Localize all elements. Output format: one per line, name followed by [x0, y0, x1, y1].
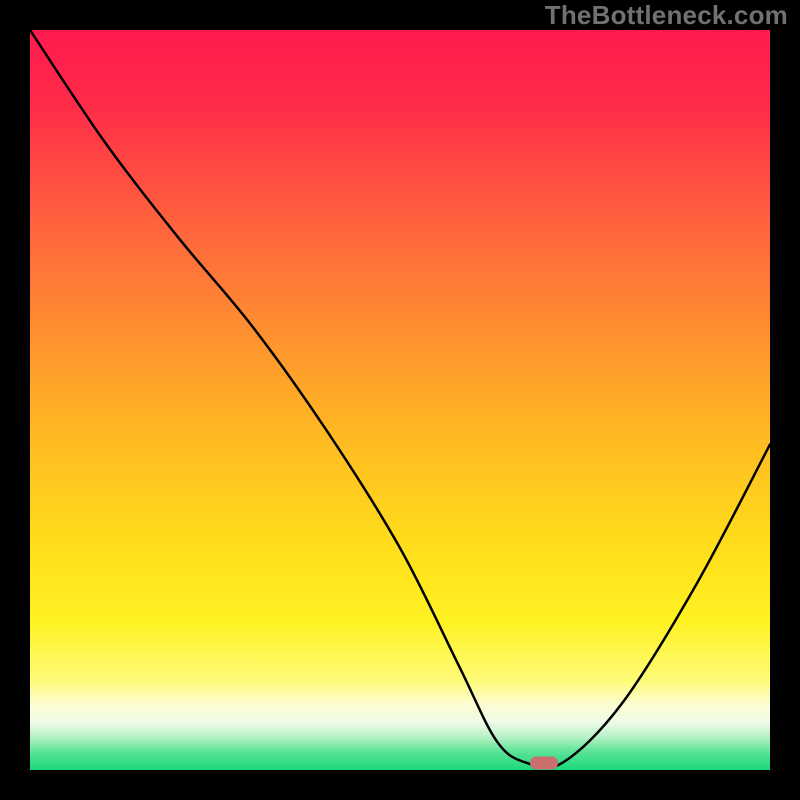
chart-frame: TheBottleneck.com: [0, 0, 800, 800]
optimal-marker: [530, 756, 558, 769]
bottleneck-curve: [30, 30, 770, 770]
plot-area: [30, 30, 770, 770]
watermark-text: TheBottleneck.com: [545, 0, 788, 31]
